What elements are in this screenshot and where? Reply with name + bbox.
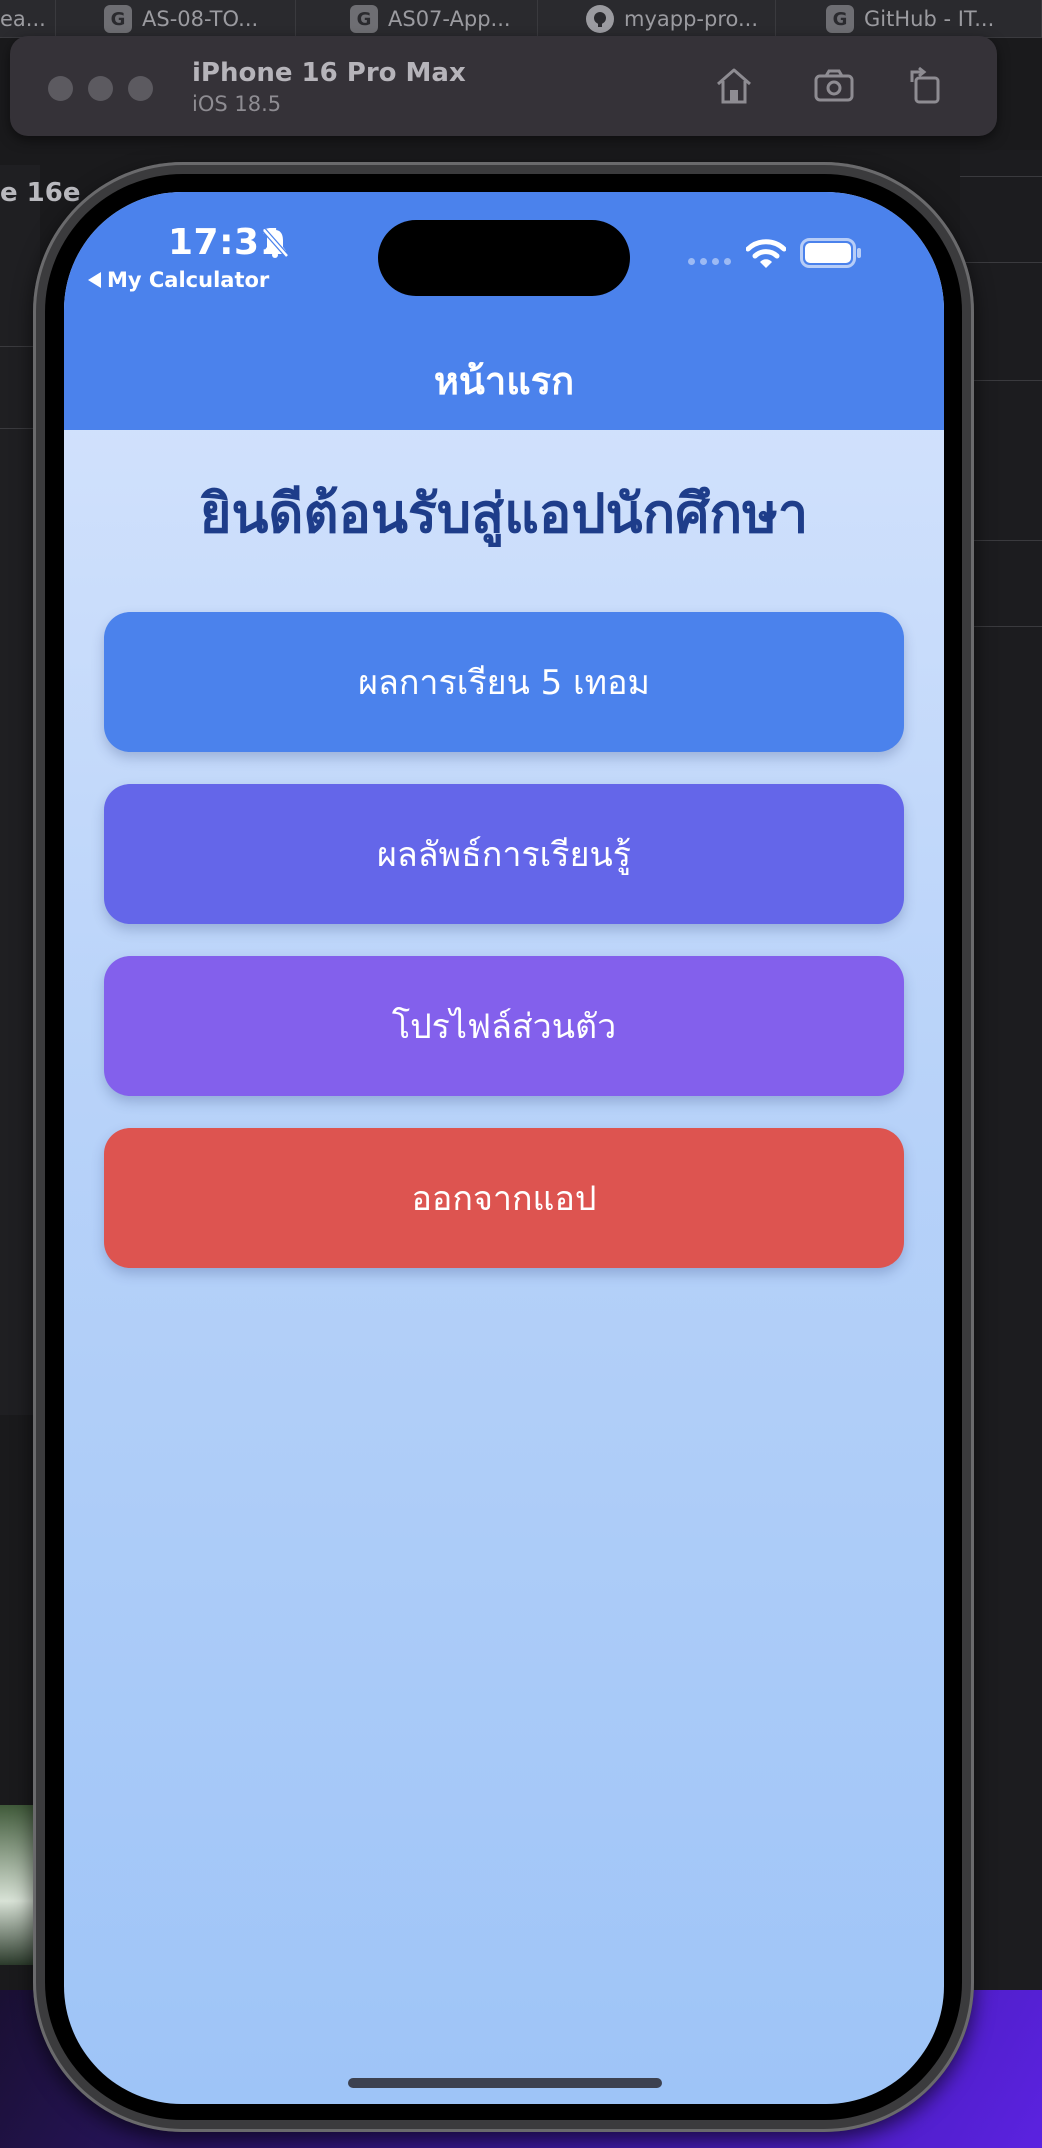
minimize-window-button[interactable] — [88, 76, 113, 101]
divider — [960, 262, 1042, 263]
device-name: iPhone 16 Pro Max — [192, 58, 466, 88]
tab-label: GitHub - IT... — [864, 7, 995, 31]
tab-label: ea... — [0, 7, 46, 31]
github-icon — [586, 5, 614, 33]
rotate-icon[interactable] — [902, 62, 950, 110]
page-title: หน้าแรก — [433, 359, 575, 403]
exit-app-button[interactable]: ออกจากแอป — [104, 1128, 904, 1268]
welcome-heading: ยินดีต้อนรับสู่แอปนักศึกษา — [199, 482, 809, 545]
exit-app-button-label: ออกจากแอป — [411, 1179, 597, 1219]
google-docs-icon: G — [826, 5, 854, 33]
dynamic-island — [378, 220, 630, 296]
home-icon[interactable] — [710, 62, 758, 110]
background-thumbnail — [0, 1805, 34, 1965]
back-arrow-icon — [88, 272, 101, 288]
tab-label: AS-08-TO... — [142, 7, 259, 31]
back-to-app-link[interactable]: My Calculator — [88, 268, 269, 292]
close-window-button[interactable] — [48, 76, 73, 101]
browser-tab-strip: ea... G AS-08-TO... G AS07-App... myapp-… — [0, 0, 1042, 38]
tab-label: myapp-pro... — [624, 7, 758, 31]
divider — [960, 176, 1042, 177]
desktop: e 16e ea... G AS-08-TO... G AS07-App... … — [0, 0, 1042, 2148]
simulator-toolbar: iPhone 16 Pro Max iOS 18.5 — [10, 36, 997, 136]
grades-button-label: ผลการเรียน 5 เทอม — [358, 663, 650, 703]
browser-tab[interactable]: myapp-pro... — [568, 0, 776, 38]
home-indicator[interactable] — [348, 2078, 662, 2088]
zoom-window-button[interactable] — [128, 76, 153, 101]
grades-button[interactable]: ผลการเรียน 5 เทอม — [104, 612, 904, 752]
google-docs-icon: G — [104, 5, 132, 33]
google-docs-icon: G — [350, 5, 378, 33]
battery-icon — [800, 238, 861, 268]
profile-button[interactable]: โปรไฟล์ส่วนตัว — [104, 956, 904, 1096]
back-app-label: My Calculator — [107, 268, 270, 292]
browser-tab[interactable]: ea... — [0, 0, 56, 38]
browser-tab[interactable]: G AS-08-TO... — [86, 0, 296, 38]
bell-slash-icon — [262, 228, 289, 258]
navigation-bar: 17:31 My Calculator หน้าแรก — [64, 192, 944, 430]
signal-icon — [688, 258, 731, 265]
wifi-icon — [746, 239, 786, 268]
os-version: iOS 18.5 — [192, 92, 282, 116]
tab-label: AS07-App... — [388, 7, 511, 31]
browser-tab[interactable]: G AS07-App... — [332, 0, 538, 38]
profile-button-label: โปรไฟล์ส่วนตัว — [391, 1007, 617, 1047]
phone-screen: 17:31 My Calculator หน้าแรก ยินดีต้อนรับ… — [64, 192, 944, 2104]
learning-outcomes-button[interactable]: ผลลัพธ์การเรียนรู้ — [104, 784, 904, 924]
browser-tab[interactable]: G GitHub - IT... — [808, 0, 1042, 38]
screenshot-icon[interactable] — [810, 62, 858, 110]
learning-outcomes-button-label: ผลลัพธ์การเรียนรู้ — [376, 835, 631, 875]
